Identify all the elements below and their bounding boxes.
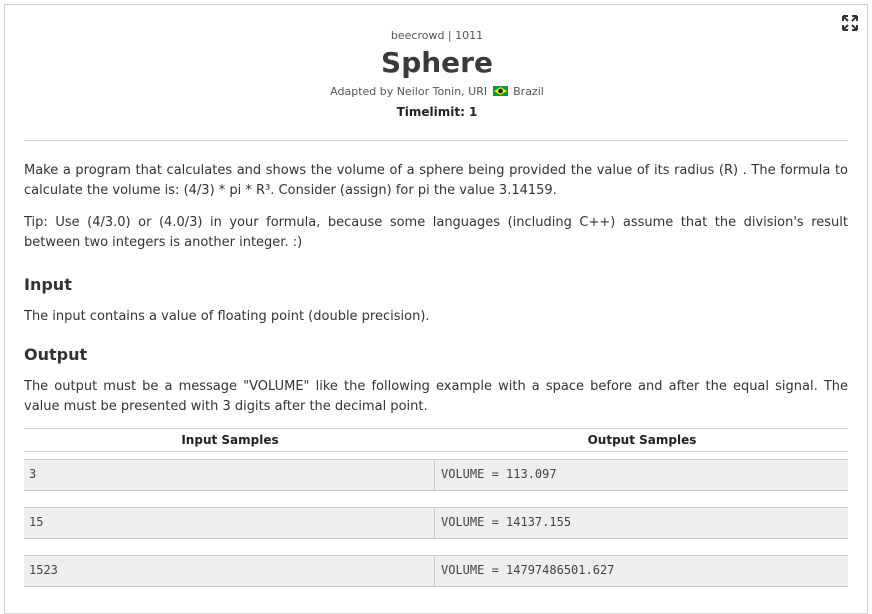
sample-output: VOLUME = 14797486501.627 [441,563,615,577]
input-description: The input contains a value of floating p… [24,309,430,324]
problem-author: Adapted by Neilor Tonin, URI Brazil [5,85,869,98]
tip-paragraph: Tip: Use (4/3.0) or (4.0/3) in your form… [24,215,848,250]
output-heading: Output [24,345,88,364]
problem-source: beecrowd | 1011 [390,29,484,42]
samples-header: Input Samples Output Samples [24,428,848,452]
output-description: The output must be a message "VOLUME" li… [24,379,848,414]
output-samples-header: Output Samples [587,433,697,447]
description-paragraph: Make a program that calculates and shows… [24,163,848,198]
sample-row: 15 VOLUME = 14137.155 [24,507,848,539]
sample-output: VOLUME = 113.097 [441,467,557,481]
sample-input: 15 [24,508,435,538]
timelimit: Timelimit: 1 [396,105,478,119]
problem-title: Sphere [381,46,493,79]
sample-input: 3 [24,460,435,490]
input-samples-header: Input Samples [181,433,279,447]
input-heading: Input [24,275,72,294]
sample-input: 1523 [24,556,435,586]
sample-row: 1523 VOLUME = 14797486501.627 [24,555,848,587]
header-divider [24,140,848,141]
country-text: Brazil [513,85,544,98]
sample-output: VOLUME = 14137.155 [441,515,572,529]
sample-row: 3 VOLUME = 113.097 [24,459,848,491]
samples-table: Input Samples Output Samples 3 VOLUME = … [24,428,848,603]
author-text: Adapted by Neilor Tonin, URI [330,85,488,98]
problem-panel: beecrowd | 1011 Sphere Adapted by Neilor… [4,4,868,614]
brazil-flag-icon [492,86,508,96]
